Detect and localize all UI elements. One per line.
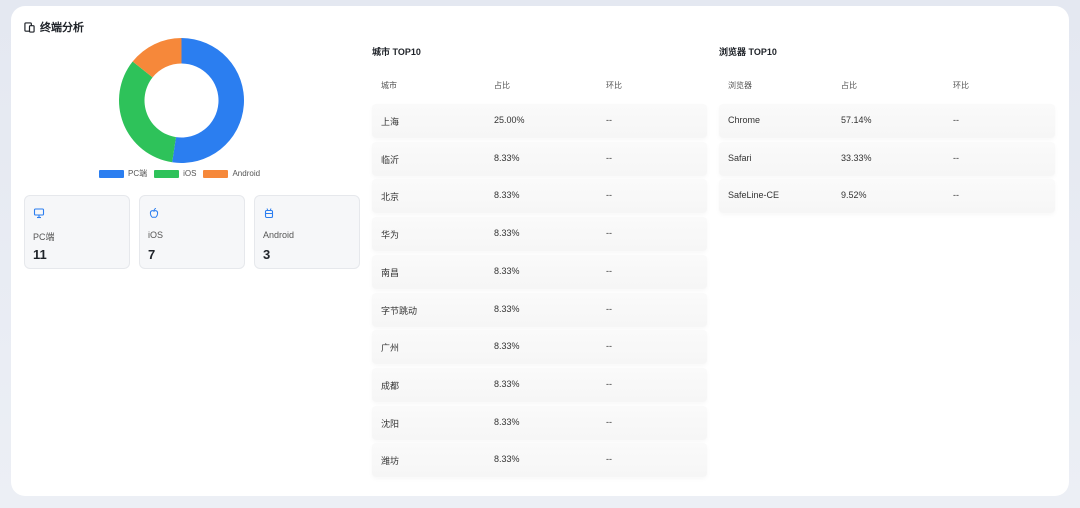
cell-name: 沈阳 (381, 418, 400, 429)
cell-share: 8.33% (494, 152, 520, 163)
terminal-donut-chart (119, 38, 244, 163)
cell-share: 8.33% (494, 265, 520, 276)
legend-label: Android (232, 169, 261, 178)
section-title: 终端分析 (40, 22, 84, 34)
devices-icon (24, 21, 35, 33)
city-table-title: 城市 TOP10 (372, 47, 421, 57)
table-row[interactable]: SafeLine-CE 9.52% -- (719, 179, 1055, 214)
cell-change: -- (953, 115, 959, 125)
cell-name: 广州 (381, 343, 400, 354)
cell-name: 潍坊 (381, 456, 400, 467)
cell-share: 8.33% (494, 341, 520, 352)
column-header[interactable]: 环比 (953, 80, 969, 91)
table-row[interactable]: 成都 8.33% -- (372, 367, 707, 402)
cell-name: 南昌 (381, 267, 400, 278)
cell-change: -- (606, 378, 612, 389)
cell-share: 8.33% (494, 454, 520, 465)
cell-change: -- (606, 228, 612, 239)
cell-share: 9.52% (841, 190, 867, 201)
table-row[interactable]: Chrome 57.14% -- (719, 104, 1055, 138)
table-row[interactable]: 沈阳 8.33% -- (372, 405, 707, 440)
cell-share: 8.33% (494, 190, 520, 201)
cell-share: 57.14% (841, 115, 872, 125)
cell-change: -- (606, 454, 612, 465)
cell-name: Safari (728, 152, 752, 163)
stat-value: 11 (33, 247, 47, 262)
monitor-icon (33, 208, 45, 219)
cell-name: 北京 (381, 192, 400, 203)
cell-change: -- (606, 303, 612, 314)
column-header[interactable]: 占比 (841, 80, 857, 91)
browser-table-title: 浏览器 TOP10 (719, 47, 777, 57)
cell-change: -- (606, 115, 612, 125)
table-row[interactable]: 北京 8.33% -- (372, 179, 707, 214)
legend-swatch (99, 169, 124, 178)
apple-icon (149, 208, 159, 218)
legend-label: PC端 (128, 169, 148, 178)
table-row[interactable]: 字节跳动 8.33% -- (372, 292, 707, 327)
cell-share: 8.33% (494, 416, 520, 427)
browser-table-header: 浏览器 占比 环比 (719, 80, 1055, 92)
table-row[interactable]: 华为 8.33% -- (372, 217, 707, 252)
column-header[interactable]: 占比 (494, 80, 510, 91)
stat-card-android: Android 3 (254, 195, 360, 269)
card-title: 终端分析 (24, 19, 84, 35)
legend-swatch (203, 169, 229, 178)
cell-change: -- (953, 190, 959, 201)
legend-item[interactable]: iOS (154, 169, 196, 178)
cell-name: 成都 (381, 380, 400, 391)
stat-card-ios: iOS 7 (139, 195, 245, 269)
legend-item[interactable]: Android (203, 169, 260, 178)
table-row[interactable]: 上海 25.00% -- (372, 104, 707, 138)
column-header[interactable]: 浏览器 (728, 80, 752, 91)
stat-label: Android (263, 230, 295, 240)
cell-change: -- (606, 416, 612, 427)
stat-card-pc: PC端 11 (24, 195, 130, 269)
cell-share: 33.33% (841, 152, 872, 163)
table-row[interactable]: 广州 8.33% -- (372, 330, 707, 365)
cell-change: -- (953, 152, 959, 163)
cell-name: 华为 (381, 230, 400, 241)
cell-share: 8.33% (494, 228, 520, 239)
cell-share: 25.00% (494, 115, 525, 125)
cell-change: -- (606, 265, 612, 276)
city-table-header: 城市 占比 环比 (372, 80, 707, 92)
column-header[interactable]: 环比 (606, 80, 622, 91)
legend-item[interactable]: PC端 (99, 168, 147, 179)
cell-name: 临沂 (381, 154, 400, 165)
column-header[interactable]: 城市 (381, 80, 397, 91)
legend-label: iOS (183, 169, 197, 178)
android-icon (264, 208, 274, 219)
table-row[interactable]: 潍坊 8.33% -- (372, 443, 707, 478)
stat-value: 7 (148, 247, 156, 262)
cell-change: -- (606, 190, 612, 201)
chart-legend: PC端 iOS Android (99, 168, 267, 179)
donut-slice-1[interactable] (172, 38, 244, 163)
cell-change: -- (606, 341, 612, 352)
legend-swatch (154, 169, 180, 178)
cell-name: 字节跳动 (381, 305, 418, 316)
cell-name: 上海 (381, 117, 400, 127)
stat-value: 3 (263, 247, 271, 262)
cell-share: 8.33% (494, 378, 520, 389)
donut-slice-2[interactable] (119, 61, 176, 163)
cell-share: 8.33% (494, 303, 520, 314)
table-row[interactable]: Safari 33.33% -- (719, 141, 1055, 176)
cell-name: SafeLine-CE (728, 190, 780, 201)
cell-change: -- (606, 152, 612, 163)
stat-label: iOS (148, 230, 164, 240)
stat-label: PC端 (33, 232, 55, 242)
table-row[interactable]: 临沂 8.33% -- (372, 141, 707, 176)
table-row[interactable]: 南昌 8.33% -- (372, 254, 707, 289)
cell-name: Chrome (728, 115, 761, 125)
